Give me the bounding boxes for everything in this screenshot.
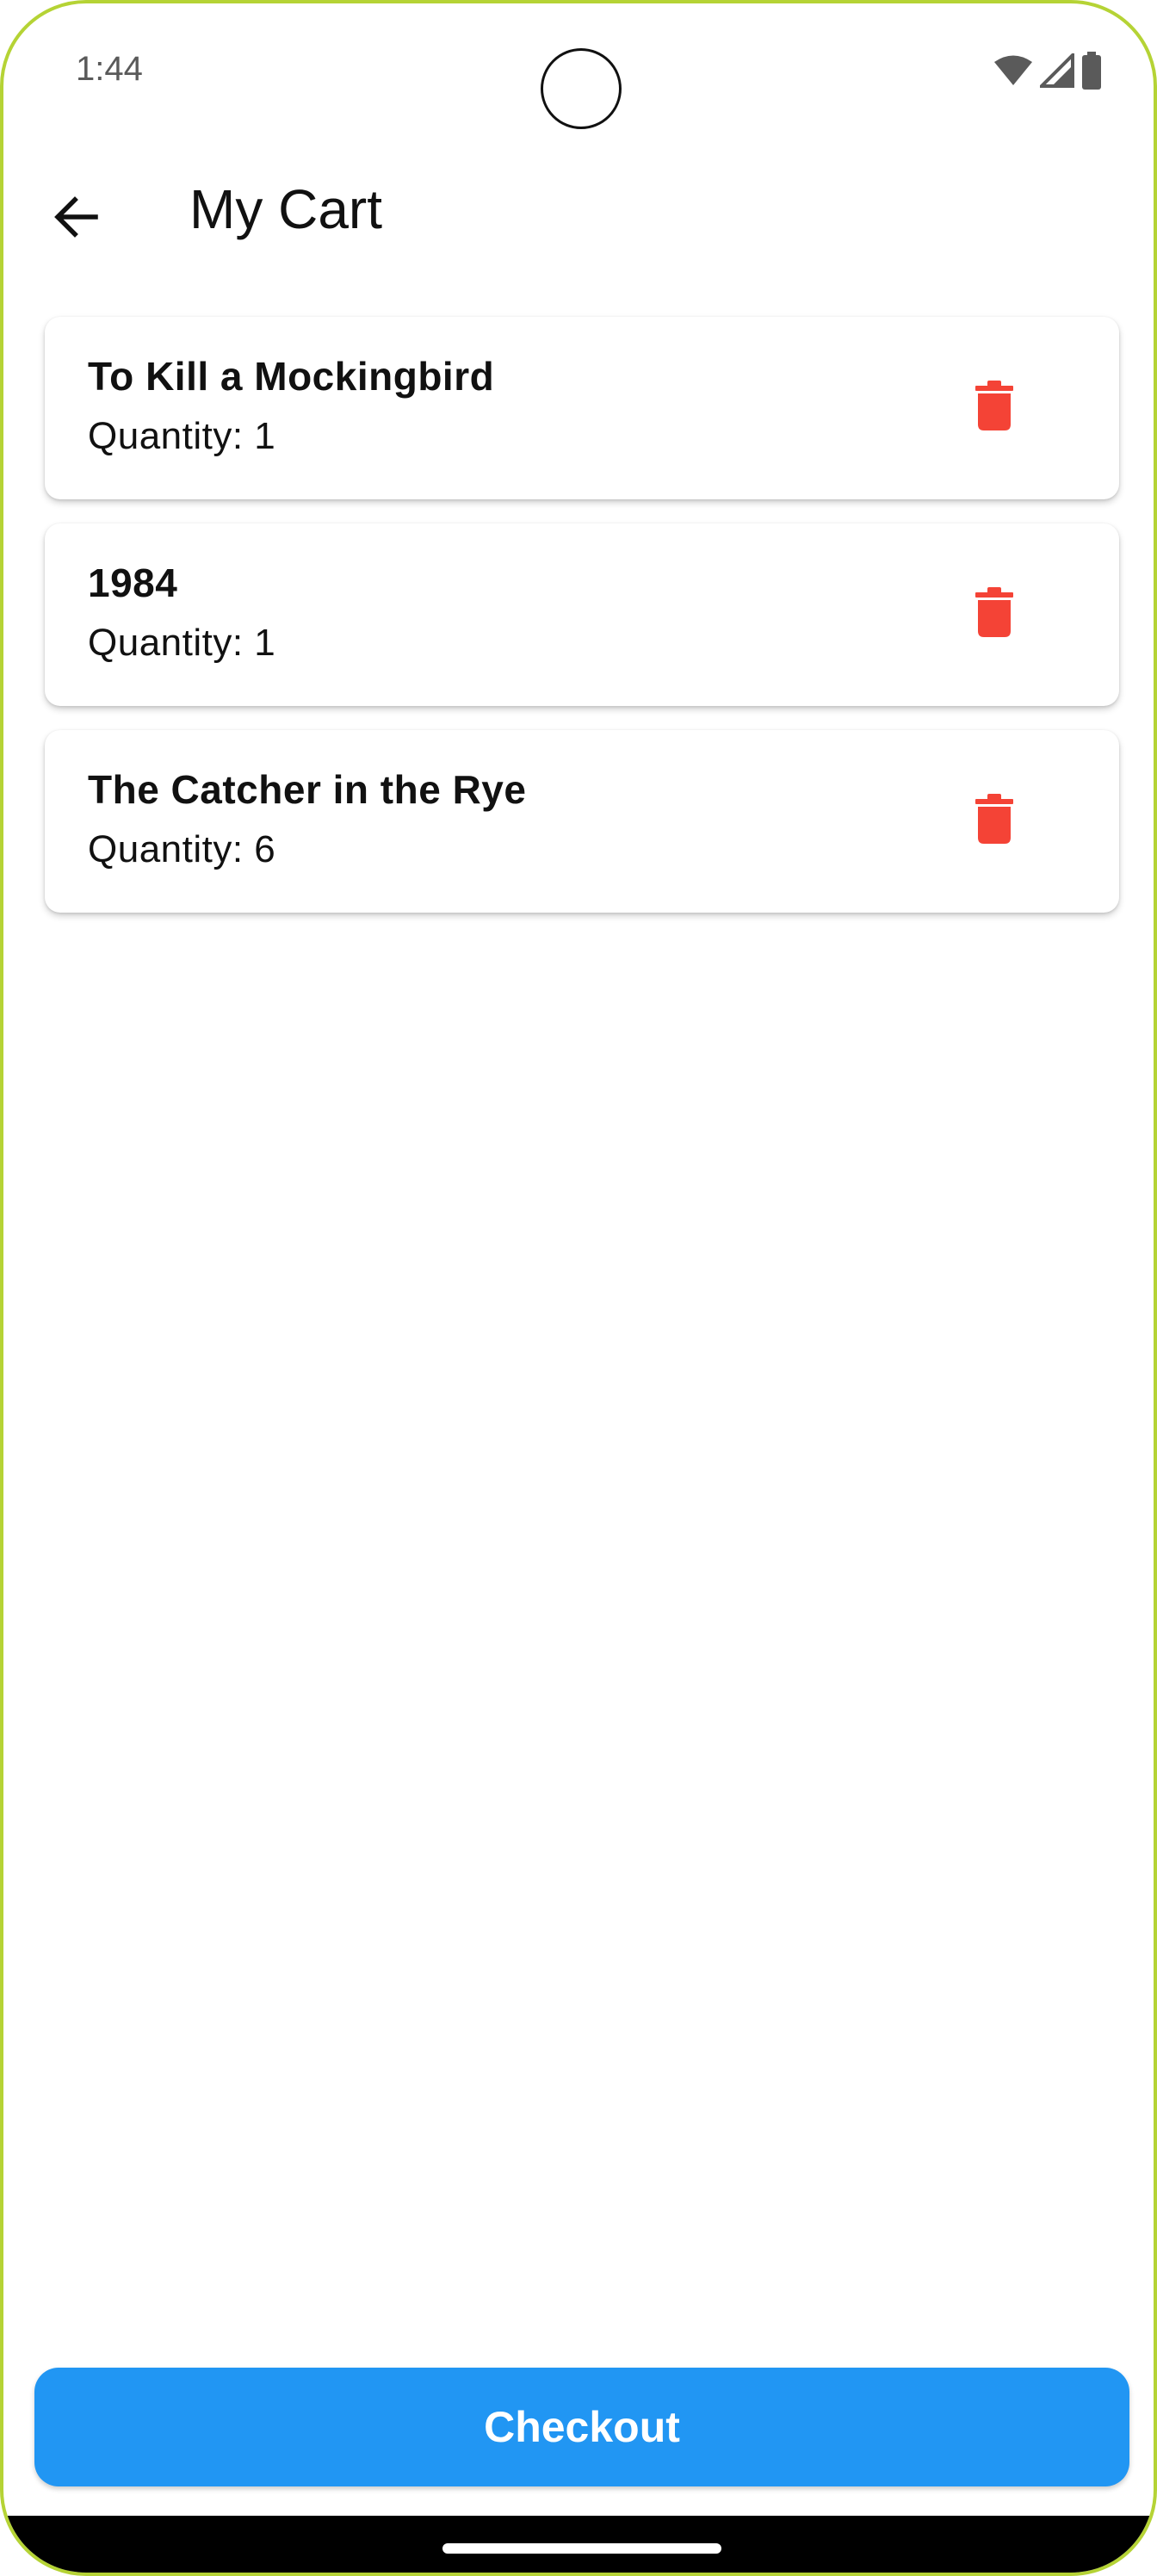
app-bar: My Cart [3,158,1154,265]
status-time: 1:44 [76,50,143,88]
checkout-button[interactable]: Checkout [34,2368,1129,2486]
item-quantity: Quantity: 1 [88,415,276,457]
item-quantity: Quantity: 1 [88,622,276,664]
item-title: 1984 [88,560,178,605]
page-title: My Cart [189,178,382,240]
delete-item-button[interactable] [956,575,1033,653]
wifi-icon [993,54,1033,87]
battery-icon [1081,52,1102,90]
cart-list: To Kill a Mockingbird Quantity: 1 1984 Q… [45,317,1119,937]
trash-icon [975,380,1013,435]
item-title: To Kill a Mockingbird [88,354,495,399]
cart-item: The Catcher in the Rye Quantity: 6 [45,730,1119,913]
home-indicator[interactable] [442,2543,721,2554]
trash-icon [975,586,1013,641]
arrow-left-icon [53,195,99,243]
cart-item: To Kill a Mockingbird Quantity: 1 [45,317,1119,499]
delete-item-button[interactable] [956,368,1033,446]
cart-item: 1984 Quantity: 1 [45,523,1119,706]
trash-icon [975,793,1013,848]
status-bar: 1:44 [3,3,1154,133]
back-button[interactable] [41,184,110,253]
delete-item-button[interactable] [956,782,1033,859]
signal-icon [1040,53,1074,88]
item-quantity: Quantity: 6 [88,828,276,870]
item-title: The Catcher in the Rye [88,767,527,812]
status-icons [993,52,1102,90]
device-frame: 1:44 My Cart To Kill a Mockingbird Quant… [0,0,1157,2576]
system-nav-bar [3,2516,1154,2573]
camera-cutout [541,48,622,129]
